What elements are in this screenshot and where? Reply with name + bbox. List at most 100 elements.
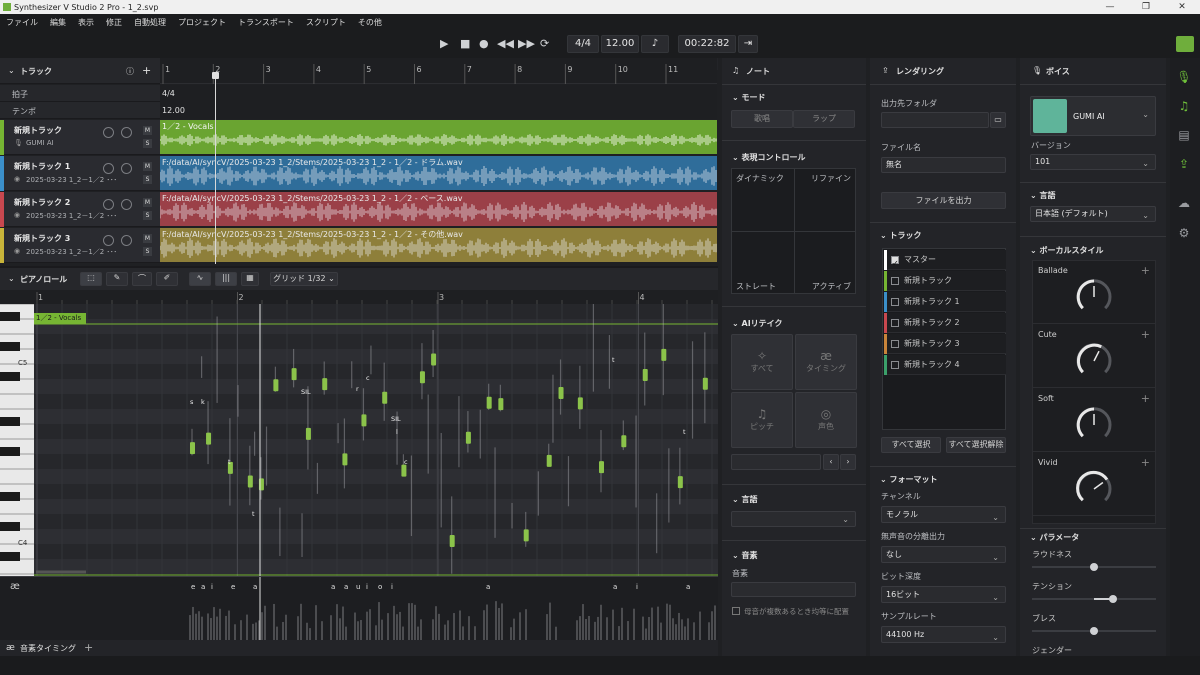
note[interactable] bbox=[465, 431, 471, 444]
retake-next-icon[interactable]: › bbox=[840, 454, 856, 470]
tempo-field[interactable]: 12.00 bbox=[601, 35, 639, 53]
pan-knob[interactable] bbox=[121, 163, 132, 174]
retake-timing-button[interactable]: æ タイミング bbox=[795, 334, 857, 390]
render-track-item[interactable]: 新規トラック 1 bbox=[884, 292, 1006, 312]
lyric-label[interactable]: c bbox=[404, 458, 408, 466]
expression-pad[interactable]: ダイナミック リファイン ストレート アクティブ bbox=[731, 168, 856, 294]
track-row[interactable]: 新規トラック 🎙 GUMI AI M S bbox=[0, 120, 160, 155]
retake-pitch-button[interactable]: ♫ ピッチ bbox=[731, 392, 793, 448]
phoneme-label[interactable]: a bbox=[486, 583, 490, 591]
phoneme-label[interactable]: a bbox=[686, 583, 690, 591]
microphone-icon[interactable]: 🎙 bbox=[1176, 70, 1192, 86]
lyric-label[interactable]: k bbox=[201, 398, 205, 406]
stop-icon[interactable]: ■ bbox=[460, 37, 470, 50]
volume-knob[interactable] bbox=[103, 127, 114, 138]
note[interactable] bbox=[382, 391, 388, 404]
lyric-label[interactable]: t bbox=[252, 510, 255, 518]
slider-handle[interactable] bbox=[1090, 627, 1098, 635]
pitch-pen-icon[interactable]: ✐ bbox=[156, 272, 178, 286]
phoneme-label[interactable]: a bbox=[613, 583, 617, 591]
format-select[interactable]: 16ビット ⌄ bbox=[881, 586, 1006, 603]
black-key[interactable] bbox=[0, 447, 20, 456]
black-key[interactable] bbox=[0, 342, 20, 351]
black-key[interactable] bbox=[0, 522, 20, 531]
style-knob[interactable] bbox=[1032, 390, 1156, 452]
black-key[interactable] bbox=[0, 372, 20, 381]
phoneme-label[interactable]: e bbox=[231, 583, 235, 591]
style-knob[interactable] bbox=[1032, 262, 1156, 324]
note[interactable] bbox=[449, 535, 455, 548]
mute-button[interactable]: M bbox=[143, 126, 152, 135]
mode-sing-button[interactable]: 歌唱 bbox=[731, 110, 793, 128]
note[interactable] bbox=[273, 379, 279, 392]
note[interactable] bbox=[361, 414, 367, 427]
phoneme-input[interactable] bbox=[731, 582, 856, 597]
volume-knob[interactable] bbox=[103, 163, 114, 174]
style-knob[interactable] bbox=[1032, 326, 1156, 388]
pan-knob[interactable] bbox=[121, 127, 132, 138]
retake-timbre-button[interactable]: ◎ 声色 bbox=[795, 392, 857, 448]
maximize-button[interactable]: ❐ bbox=[1128, 0, 1164, 14]
jump-icon[interactable]: ⇥ bbox=[738, 35, 758, 53]
track-checkbox[interactable] bbox=[891, 361, 899, 369]
render-track-item[interactable]: 新規トラック 2 bbox=[884, 313, 1006, 333]
solo-button[interactable]: S bbox=[143, 139, 152, 148]
track-clip[interactable]: F:/data/AI/syncV/2025-03-23 1_2/Stems/20… bbox=[160, 156, 717, 190]
gear-icon[interactable]: ⚙ bbox=[1176, 226, 1192, 242]
format-select[interactable]: 44100 Hz ⌄ bbox=[881, 626, 1006, 643]
lyric-label[interactable]: SIL bbox=[301, 388, 311, 396]
menu-script[interactable]: スクリプト bbox=[306, 17, 346, 28]
piano-roll-canvas[interactable]: s k t t SIL r c SIL l c t t 1／2 - Vocals C5 C4 bbox=[0, 304, 718, 576]
playhead-handle[interactable] bbox=[212, 72, 219, 79]
format-select[interactable]: モノラル ⌄ bbox=[881, 506, 1006, 523]
param-slider[interactable] bbox=[1032, 563, 1156, 571]
piano-collapse-icon[interactable]: ⌄ bbox=[8, 274, 15, 283]
rewind-icon[interactable]: ◀◀ bbox=[497, 37, 514, 50]
lyric-label[interactable]: t bbox=[228, 458, 231, 466]
note[interactable] bbox=[677, 476, 683, 489]
lyric-label[interactable]: l bbox=[396, 428, 398, 436]
phoneme-label[interactable]: o bbox=[378, 583, 382, 591]
time-signature-field[interactable]: 4/4 bbox=[567, 35, 599, 53]
note[interactable] bbox=[401, 464, 407, 477]
black-key[interactable] bbox=[0, 552, 20, 561]
export-file-button[interactable]: ファイルを出力 bbox=[881, 192, 1006, 209]
out-folder-input[interactable] bbox=[881, 112, 989, 128]
phoneme-label[interactable]: i bbox=[636, 583, 638, 591]
param-slider[interactable] bbox=[1032, 627, 1156, 635]
vocal-style-cute[interactable]: Cute + bbox=[1032, 326, 1156, 388]
export-sidebar-icon[interactable]: ⇪ bbox=[1176, 157, 1192, 173]
vocal-style-vivid[interactable]: Vivid + bbox=[1032, 454, 1156, 516]
phoneme-label[interactable]: a bbox=[331, 583, 335, 591]
grid-select[interactable]: グリッド 1/32 ⌄ bbox=[270, 272, 338, 286]
note-language-select[interactable]: ⌄ bbox=[731, 511, 856, 527]
note[interactable] bbox=[419, 371, 425, 384]
mode-rap-button[interactable]: ラップ bbox=[793, 110, 855, 128]
notebook-icon[interactable]: ▤ bbox=[1176, 128, 1192, 144]
param-slider[interactable] bbox=[1032, 595, 1156, 603]
format-select[interactable]: なし ⌄ bbox=[881, 546, 1006, 563]
note[interactable] bbox=[305, 427, 311, 440]
close-button[interactable]: ✕ bbox=[1164, 0, 1200, 14]
phoneme-label[interactable]: a bbox=[344, 583, 348, 591]
black-key[interactable] bbox=[0, 312, 20, 321]
piano-ruler[interactable]: 1 2 3 4 bbox=[0, 290, 718, 304]
metronome-icon[interactable]: ♪ bbox=[641, 35, 669, 53]
retake-all-button[interactable]: ✧ すべて bbox=[731, 334, 793, 390]
solo-button[interactable]: S bbox=[143, 247, 152, 256]
menu-auto[interactable]: 自動処理 bbox=[134, 17, 166, 28]
solo-button[interactable]: S bbox=[143, 211, 152, 220]
track-checkbox[interactable] bbox=[891, 277, 899, 285]
pen-tool-icon[interactable]: ✎ bbox=[106, 272, 128, 286]
file-name-input[interactable]: 無名 bbox=[881, 157, 1006, 173]
track-name[interactable]: 新規トラック 3 bbox=[14, 233, 70, 244]
track-checkbox[interactable] bbox=[891, 340, 899, 348]
vocal-clip-label[interactable]: 1／2 - Vocals bbox=[34, 313, 86, 324]
black-key[interactable] bbox=[0, 492, 20, 501]
note[interactable] bbox=[577, 397, 583, 410]
track-name[interactable]: 新規トラック 1 bbox=[14, 161, 70, 172]
render-track-item[interactable]: 新規トラック bbox=[884, 271, 1006, 291]
note[interactable] bbox=[523, 529, 529, 542]
render-track-item[interactable]: 新規トラック 3 bbox=[884, 334, 1006, 354]
select-all-button[interactable]: すべて選択 bbox=[881, 437, 941, 453]
